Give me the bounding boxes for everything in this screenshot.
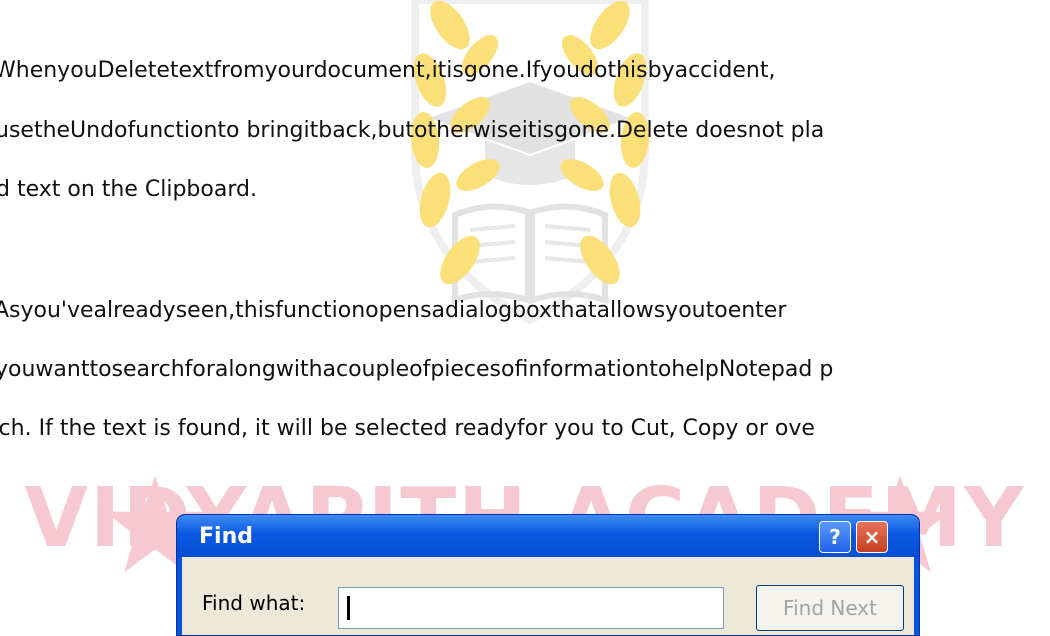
help-button[interactable]: ? — [819, 521, 851, 553]
dialog-title: Find — [199, 524, 253, 549]
text-caret — [347, 596, 350, 620]
paragraph-line: rch. If the text is found, it will be se… — [0, 416, 815, 441]
find-what-input[interactable] — [338, 587, 724, 629]
paragraph-line: Asyou'vealreadyseen,thisfunctionopensadi… — [0, 298, 787, 323]
paragraph-line: usetheUndofunctionto bringitback,butothe… — [0, 118, 825, 143]
find-next-button[interactable]: Find Next — [756, 585, 904, 631]
find-dialog: Find ? × Find what: Find Next — [176, 514, 920, 636]
paragraph-line: d text on the Clipboard. — [0, 177, 257, 202]
document-body: WhenyouDeletetextfromyourdocument,itisgo… — [0, 0, 1050, 603]
dialog-titlebar[interactable]: Find ? × — [177, 515, 919, 557]
find-what-label: Find what: — [202, 591, 306, 615]
dialog-client-area: Find what: Find Next — [182, 557, 914, 635]
close-button[interactable]: × — [856, 521, 888, 553]
paragraph-line: WhenyouDeletetextfromyourdocument,itisgo… — [0, 58, 776, 83]
paragraph-line: youwanttosearchforalongwithacoupleofpiec… — [0, 357, 834, 382]
